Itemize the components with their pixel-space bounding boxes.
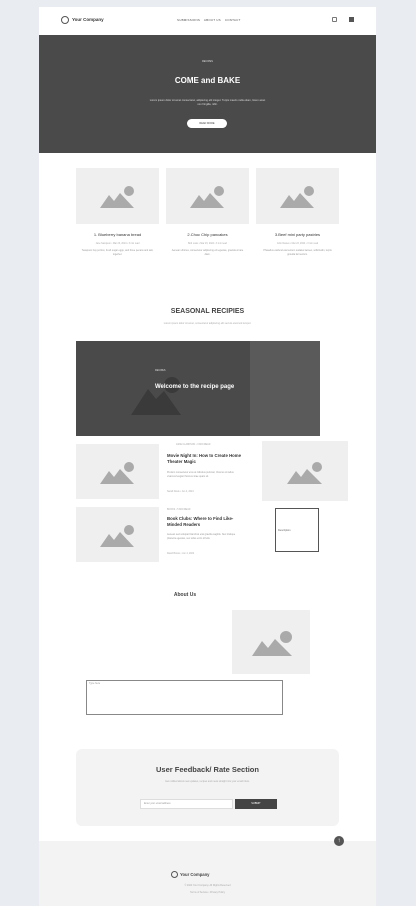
- card-title[interactable]: 2.Choc Chip pancakes: [166, 232, 249, 237]
- page: Your Company SUBMISSIONS ABOUT US CONTAC…: [39, 7, 376, 906]
- about-image-placeholder-icon: [232, 610, 310, 674]
- image-placeholder-icon: [256, 168, 339, 224]
- hero-section: RECIPES COME and BAKE Lorem ipsum dolor …: [39, 35, 376, 153]
- banner-tag: RECIPES: [155, 369, 166, 372]
- top-header: Your Company SUBMISSIONS ABOUT US CONTAC…: [39, 7, 376, 35]
- description-box: Description: [275, 508, 319, 552]
- seasonal-title: SEASONAL RECIPIES: [170, 308, 245, 315]
- banner-overlay: [250, 341, 320, 436]
- hero-title: COME and BAKE: [174, 76, 241, 85]
- card-meta: Jane Sampson • Mar 23, 2024 • 3 min read: [95, 243, 140, 245]
- card-description: Phasellus eleifend elementum sodales lao…: [263, 249, 332, 256]
- feedback-subtitle: Get notified about new updates, recipes …: [165, 780, 250, 783]
- post-description: Aenean sed volutpat blandit at erat grav…: [167, 533, 236, 540]
- feedback-section: User Feedback/ Rate Section Get notified…: [76, 749, 339, 826]
- seasonal-subtitle: Lorem ipsum dolor sit amet, consectetur …: [163, 322, 252, 325]
- nav-item-submissions[interactable]: SUBMISSIONS: [177, 18, 200, 22]
- card-meta: Bob Louis • Mar 23, 2024 • 3 min read: [188, 243, 227, 245]
- email-input[interactable]: Enter your email address: [140, 799, 233, 809]
- about-textarea[interactable]: Type here: [86, 680, 283, 715]
- post-image-placeholder-icon[interactable]: [76, 507, 159, 562]
- post-description: Pretium consectetur eros at ridiculus pu…: [167, 471, 234, 478]
- footer: Your Company © 2024 Your Company. All Ri…: [39, 841, 376, 906]
- footer-links[interactable]: Terms of Service • Privacy Policy: [39, 891, 376, 894]
- card-description: Teaspoon hay portion, fresh sugar eggs, …: [81, 249, 154, 256]
- welcome-banner[interactable]: RECIPES Welcome to the recipe page: [76, 341, 320, 436]
- recipe-card[interactable]: 3.Beef mini party pastries John Davies •…: [256, 168, 339, 256]
- post-author: Sarah Davis • Jun 4, 2024: [167, 491, 194, 493]
- logo-icon[interactable]: [61, 16, 69, 24]
- feedback-title: User Feedback/ Rate Section: [156, 765, 259, 774]
- post-author: David Brown • Jun 4, 2024: [167, 553, 195, 555]
- brand-name[interactable]: Your Company: [72, 17, 104, 22]
- footer-brand[interactable]: Your Company: [180, 872, 209, 877]
- main-nav: SUBMISSIONS ABOUT US CONTACT: [177, 18, 244, 22]
- facebook-icon[interactable]: [349, 17, 354, 22]
- image-placeholder-icon: [166, 168, 249, 224]
- scroll-to-top-icon[interactable]: ↑: [334, 836, 344, 846]
- card-description: Aenean ultricies, consectetur adipiscing…: [171, 249, 244, 256]
- recipe-card[interactable]: 2.Choc Chip pancakes Bob Louis • Mar 23,…: [166, 168, 249, 256]
- hero-subtitle: Lorem ipsum dolor sit amet consectetur, …: [149, 99, 266, 106]
- card-meta: John Davies • Mar 23, 2024 • 3 min read: [276, 243, 319, 245]
- recipe-card[interactable]: 1. Blueberry banana bread Jane Sampson •…: [76, 168, 159, 256]
- footer-logo-icon[interactable]: [171, 871, 178, 878]
- hero-tag: RECIPES: [202, 60, 213, 63]
- about-title: About Us: [173, 592, 197, 598]
- post-meta: JANE CLARKSON • 3 MIN READ: [176, 444, 211, 446]
- instagram-icon[interactable]: [332, 17, 337, 22]
- post-image-placeholder-icon[interactable]: [76, 444, 159, 499]
- post-title[interactable]: Book Clubs: Where to Find Like-Minded Re…: [167, 516, 242, 528]
- footer-copyright: © 2024 Your Company. All Rights Reserved: [184, 884, 231, 887]
- submit-button[interactable]: SUBMIT: [235, 799, 277, 809]
- post-image-placeholder-icon[interactable]: [262, 441, 348, 501]
- banner-title: Welcome to the recipe page: [155, 384, 235, 390]
- banner-image-icon: [131, 377, 181, 415]
- card-title[interactable]: 1. Blueberry banana bread: [76, 232, 159, 237]
- image-placeholder-icon: [76, 168, 159, 224]
- read-more-button[interactable]: READ MORE: [187, 119, 227, 128]
- post-title[interactable]: Movie Night In: How to Create Home Theat…: [167, 453, 242, 465]
- nav-item-contact[interactable]: CONTACT: [225, 18, 241, 22]
- card-title[interactable]: 3.Beef mini party pastries: [256, 232, 339, 237]
- nav-item-about-us[interactable]: ABOUT US: [204, 18, 221, 22]
- post-meta: BOOKS • 5 MIN READ: [167, 509, 191, 511]
